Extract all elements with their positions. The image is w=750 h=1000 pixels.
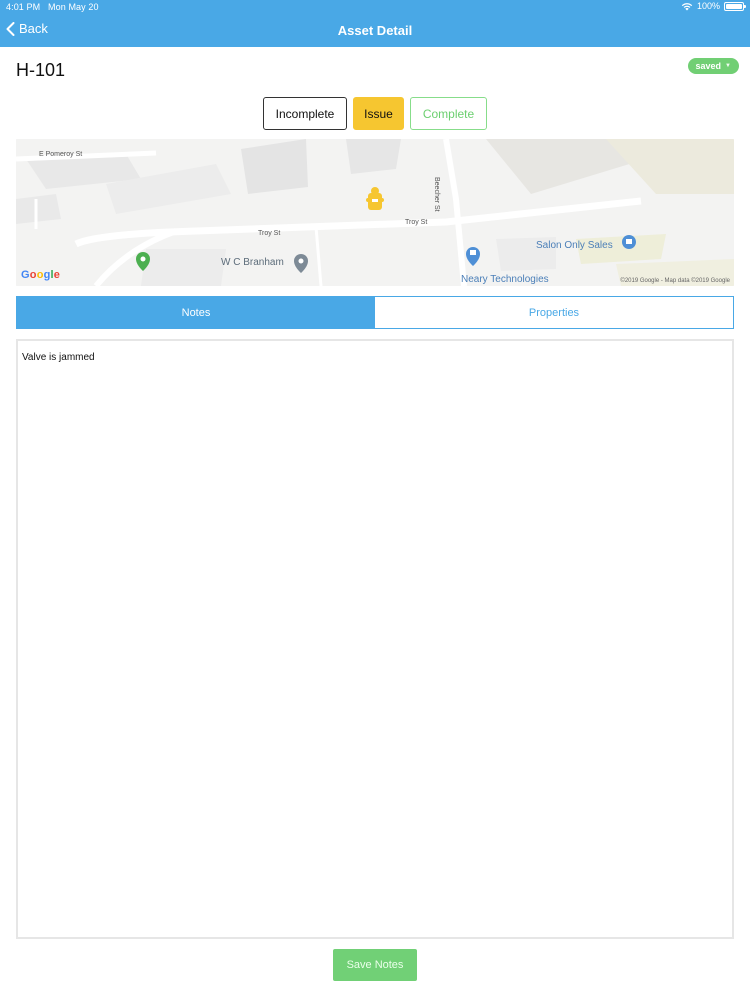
complete-button[interactable]: Complete xyxy=(410,97,487,130)
status-date-text: Mon May 20 xyxy=(48,2,99,12)
wifi-icon xyxy=(681,2,693,10)
battery-percent: 100% xyxy=(696,1,720,11)
map-street-label: Troy St xyxy=(258,230,281,237)
status-time: 4:01 PM Mon May 20 xyxy=(6,2,99,12)
notes-textarea[interactable]: Valve is jammed xyxy=(16,339,734,939)
issue-button[interactable]: Issue xyxy=(353,97,404,130)
asset-id: H-101 xyxy=(16,60,66,80)
status-time-text: 4:01 PM xyxy=(6,2,41,12)
google-logo: Google xyxy=(21,269,61,281)
map-poi-label: Salon Only Sales xyxy=(536,240,613,251)
map-poi-label: Neary Technologies xyxy=(461,274,549,285)
shop-pin-icon-2 xyxy=(622,235,636,249)
top-bar: 4:01 PM Mon May 20 100% Back Asset Detai… xyxy=(0,0,750,47)
chevron-down-icon: ▼ xyxy=(725,63,731,69)
map-street-label: Beecher St xyxy=(433,177,440,212)
tab-properties[interactable]: Properties xyxy=(375,297,733,328)
status-right: 100% xyxy=(681,1,746,11)
map-street-label: Troy St xyxy=(405,219,428,226)
map-copyright: ©2019 Google - Map data ©2019 Google xyxy=(620,278,730,284)
map-poi-label: W C Branham xyxy=(221,257,284,268)
tab-notes[interactable]: Notes xyxy=(17,297,375,328)
map-graphic xyxy=(16,139,734,286)
map-street-label: E Pomeroy St xyxy=(39,151,83,158)
save-status-dropdown[interactable]: saved ▼ xyxy=(687,58,739,74)
status-button-group: Incomplete Issue Complete xyxy=(0,97,750,130)
battery-icon xyxy=(724,1,746,11)
save-notes-button[interactable]: Save Notes xyxy=(333,949,417,981)
incomplete-button[interactable]: Incomplete xyxy=(263,97,347,130)
save-status-label: saved xyxy=(695,61,722,71)
page-title: Asset Detail xyxy=(337,23,413,38)
detail-tabs: Notes Properties xyxy=(16,296,734,329)
asset-map[interactable]: E Pomeroy St Troy St Troy St Beecher St … xyxy=(16,139,734,286)
